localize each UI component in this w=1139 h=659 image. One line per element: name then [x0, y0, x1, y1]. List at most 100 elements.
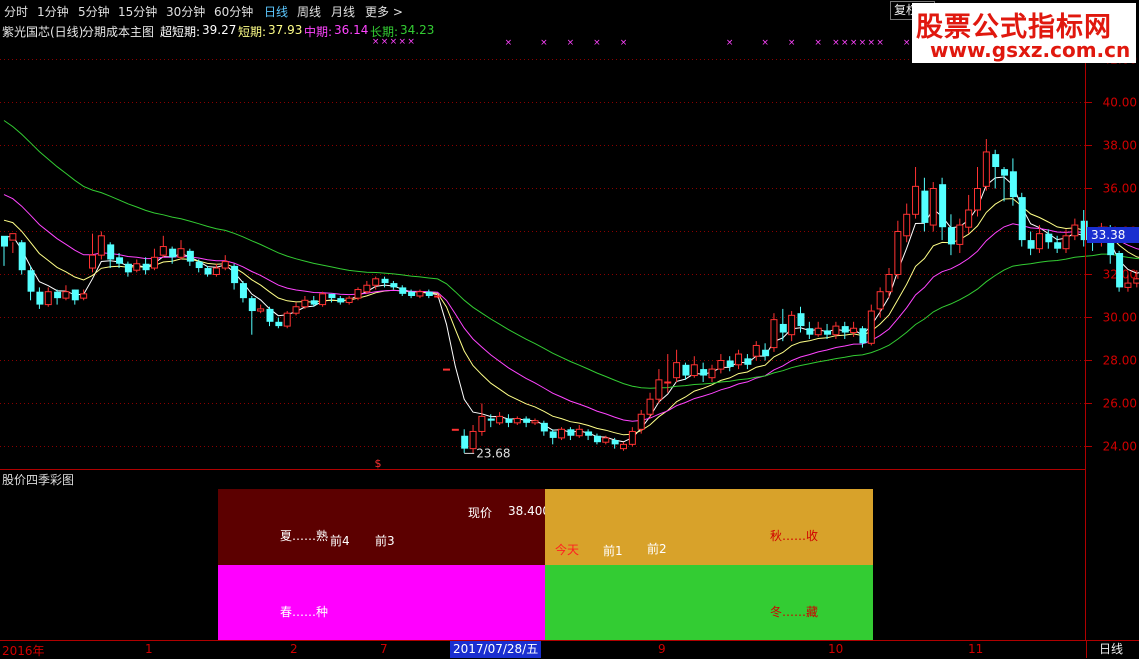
candle-body [212, 267, 220, 275]
candle-body [673, 362, 681, 379]
signal-mark: × [761, 38, 769, 48]
summer-quadrant: 现价 38.400 夏……熟 前4 前3 [218, 489, 550, 565]
candle-body [399, 287, 407, 294]
candle-body [231, 265, 239, 284]
winter-label: 冬……藏 [770, 605, 819, 619]
candle-body [939, 184, 947, 228]
signal-mark: × [540, 38, 548, 48]
candle-body [80, 293, 88, 299]
candle-body [89, 254, 96, 269]
signal-mark: × [841, 38, 849, 48]
candle-body [443, 368, 450, 371]
candle-body [726, 360, 734, 367]
price-tick-label: 30.00 [1103, 311, 1137, 325]
zhong-line [3, 194, 1139, 422]
candle-body [186, 250, 194, 262]
candle-body [9, 233, 17, 241]
candle-body [1027, 240, 1035, 249]
candle-body [752, 344, 760, 357]
candle-body [97, 235, 105, 256]
candle-body [107, 244, 115, 260]
price-tick-label: 40.00 [1103, 96, 1137, 110]
signal-mark: × [903, 38, 911, 48]
candle-body [992, 154, 1000, 167]
candle-body [921, 190, 929, 223]
candle-body [700, 369, 708, 376]
candle-body [1, 235, 8, 247]
qian2-label: 前2 [647, 542, 667, 556]
price-axis-line [1085, 20, 1086, 640]
candle-body [788, 314, 796, 336]
candle-body [124, 263, 132, 273]
candle-body [956, 224, 964, 245]
candle-body [266, 308, 274, 322]
candle-body [770, 319, 778, 349]
candle-body [319, 293, 327, 306]
date-label: 2 [290, 642, 298, 656]
signal-mark: × [398, 37, 406, 47]
candle-body [974, 188, 981, 211]
candle-body [363, 284, 371, 293]
candle-body [150, 256, 158, 269]
candle-body [142, 263, 150, 271]
candle-body [204, 268, 212, 275]
signal-mark: × [567, 38, 575, 48]
signal-mark: × [593, 38, 601, 48]
candle-body [1054, 242, 1062, 249]
candle-body [1116, 253, 1124, 288]
candle-body [1062, 235, 1070, 250]
candle-body [408, 291, 416, 296]
spring-label: 春……种 [280, 605, 329, 619]
sub-panel-title: 股价四季彩图 [2, 473, 75, 487]
candle-body [177, 248, 185, 258]
candle-body [806, 328, 814, 335]
candle-body [354, 289, 362, 299]
candle-body [744, 358, 752, 365]
candle-body [602, 437, 610, 443]
candle-body [425, 291, 433, 296]
candle-body [762, 349, 770, 357]
candle-body [690, 364, 698, 377]
candle-body [496, 415, 504, 424]
qian1-label: 前1 [603, 544, 623, 558]
candle-body [283, 312, 291, 327]
candle-body [859, 328, 867, 344]
candle-body [345, 297, 353, 303]
signal-mark: × [381, 37, 389, 47]
candle-body [575, 428, 583, 437]
candle-body [434, 295, 442, 298]
candle-body [337, 298, 345, 303]
signal-mark: × [876, 38, 884, 48]
price-tick-label: 28.00 [1103, 354, 1137, 368]
candle-body [381, 278, 389, 284]
summer-label: 夏……熟 [280, 529, 329, 543]
candle-body [310, 300, 318, 305]
date-label: 11 [968, 642, 984, 656]
candle-body [1133, 278, 1139, 284]
candle-body [461, 435, 469, 449]
candle-body [549, 431, 557, 438]
date-label: 1 [145, 642, 153, 656]
date-label: 2016年 [2, 644, 45, 658]
period-indicator[interactable]: 日线 [1086, 641, 1138, 658]
price-tick-label: 36.00 [1103, 182, 1137, 196]
candle-body [531, 420, 539, 424]
candle-body [195, 261, 203, 269]
candle-body [1071, 224, 1079, 237]
candle-body [585, 431, 593, 436]
candle-body [239, 283, 247, 299]
candle-body [292, 306, 300, 314]
candle-body [965, 209, 973, 228]
candle-body [779, 323, 787, 333]
candle-body [1009, 171, 1017, 198]
candle-body [637, 413, 645, 430]
candle-body [682, 364, 690, 376]
candle-body [116, 257, 124, 264]
candle-body [71, 289, 79, 301]
candle-body [36, 291, 44, 305]
candle-body [62, 291, 70, 299]
qian4-label: 前4 [330, 534, 350, 548]
signal-mark: × [407, 37, 415, 47]
candle-body [1045, 233, 1053, 243]
date-label: 10 [828, 642, 844, 656]
